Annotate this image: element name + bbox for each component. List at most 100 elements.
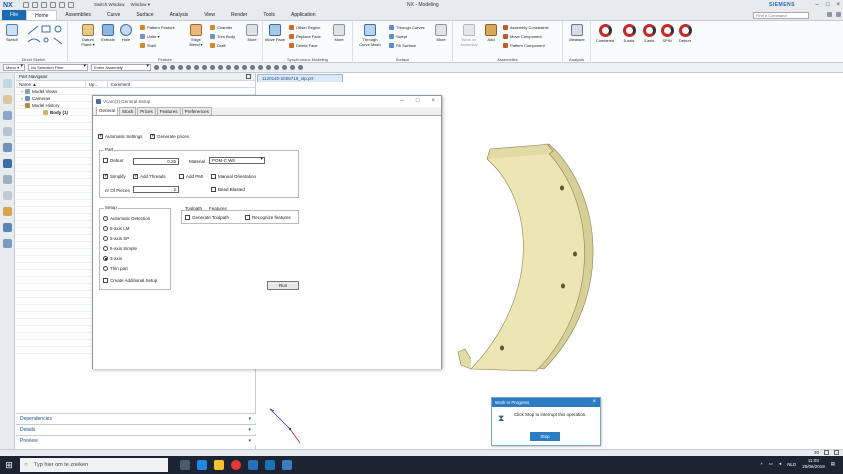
dialog-tab-general[interactable]: General	[96, 106, 119, 115]
nx-taskbar-icon[interactable]	[282, 460, 292, 470]
roles-icon[interactable]	[2, 239, 12, 248]
shell-button[interactable]: Shell	[140, 43, 156, 48]
add-component-button[interactable]: Add	[481, 24, 501, 42]
dialog-tab-preferences[interactable]: Preferences	[181, 107, 212, 115]
simplify-checkbox[interactable]: Simplify	[103, 173, 126, 179]
minimize-icon[interactable]: –	[816, 2, 819, 8]
deburr-value-input[interactable]: 0.25	[133, 158, 179, 165]
setup-option-radio[interactable]: Automatic Detection	[103, 216, 150, 221]
tray-chevron-icon[interactable]: ^	[761, 462, 763, 467]
constraint-navigator-icon[interactable]	[2, 95, 12, 104]
assembly-scope-dropdown[interactable]: Entire Assembly	[91, 64, 151, 71]
notifications-icon[interactable]: ▤	[831, 461, 835, 467]
spin-button[interactable]: SPIN	[657, 24, 677, 43]
datum-plane-button[interactable]: Datum Plane ▾	[78, 24, 98, 47]
manufacturing-wizard-icon[interactable]	[2, 223, 12, 232]
word-icon[interactable]	[265, 460, 275, 470]
show-hide-icon[interactable]	[282, 65, 287, 70]
snap-icon[interactable]	[170, 65, 175, 70]
delete-face-button[interactable]: Delete Face	[289, 43, 318, 48]
generate-toolpath-checkbox[interactable]: Generate Toolpath	[185, 215, 229, 220]
dialog-close-icon[interactable]: ×	[431, 96, 435, 107]
network-icon[interactable]: ▭	[769, 461, 773, 467]
endpoint-icon[interactable]	[186, 65, 191, 70]
more-feature-button[interactable]: More	[242, 24, 262, 42]
tab-analysis[interactable]: Analysis	[162, 10, 197, 20]
center-icon[interactable]	[202, 65, 207, 70]
dialog-tab-stock[interactable]: Stock	[119, 107, 137, 115]
measure-button[interactable]: Measure	[567, 24, 587, 42]
tab-application[interactable]: Application	[283, 10, 323, 20]
more-sync-button[interactable]: More	[329, 24, 349, 42]
wcs-icon[interactable]	[290, 65, 295, 70]
system-materials-icon[interactable]	[2, 191, 12, 200]
hd3d-tools-icon[interactable]	[2, 143, 12, 152]
trim-body-button[interactable]: Trim Body	[210, 34, 235, 39]
save-icon[interactable]	[23, 2, 29, 8]
part-navigator-icon[interactable]	[2, 111, 12, 120]
undo-icon[interactable]	[32, 2, 38, 8]
unite-button[interactable]: Unite ▾	[140, 34, 159, 39]
setup-option-radio[interactable]: 5-axis LM	[103, 226, 130, 231]
setup-option-radio[interactable]: 3-axis	[103, 256, 122, 261]
section-icon[interactable]	[298, 65, 303, 70]
deburr-checkbox[interactable]: Deburr	[103, 158, 124, 163]
pattern-feature-button[interactable]: Pattern Feature	[140, 25, 175, 30]
quadrant-icon[interactable]	[210, 65, 215, 70]
column-name[interactable]: Name ▲	[16, 81, 86, 87]
task-view-icon[interactable]	[180, 460, 190, 470]
file-explorer-icon[interactable]	[214, 460, 224, 470]
outlook-icon[interactable]	[248, 460, 258, 470]
history-icon[interactable]	[2, 175, 12, 184]
zoom-icon[interactable]	[234, 65, 239, 70]
move-face-button[interactable]: Move Face	[265, 24, 285, 42]
settings-icon[interactable]	[836, 12, 841, 17]
column-up-to-date[interactable]: Up...	[86, 81, 108, 87]
copy-icon[interactable]	[59, 2, 65, 8]
reuse-library-icon[interactable]	[2, 127, 12, 136]
sketch-button[interactable]: Sketch	[2, 24, 22, 42]
replace-face-button[interactable]: Replace Face	[289, 34, 321, 39]
tree-row[interactable]: + Model Views	[16, 88, 255, 95]
paste-icon[interactable]	[68, 2, 74, 8]
view-fit-icon[interactable]	[226, 65, 231, 70]
close-icon[interactable]: ×	[836, 2, 840, 8]
tab-surface[interactable]: Surface	[128, 10, 161, 20]
dialog-minimize-icon[interactable]: –	[401, 96, 404, 107]
work-on-assembly-button[interactable]: Work on Assembly	[457, 24, 481, 47]
nr-of-pieces-input[interactable]: 2	[133, 186, 179, 193]
hole-button[interactable]: Hole	[116, 24, 136, 42]
offset-region-button[interactable]: Offset Region	[289, 25, 320, 30]
run-button[interactable]: Run	[267, 281, 299, 290]
create-additional-setup-checkbox[interactable]: Create Additional Setup	[103, 278, 157, 283]
filter-icon[interactable]	[162, 65, 167, 70]
select-icon[interactable]	[154, 65, 159, 70]
windows-start-icon[interactable]: ⊞	[0, 456, 18, 474]
point-icon[interactable]	[178, 65, 183, 70]
column-comment[interactable]: Comment	[108, 81, 255, 87]
rotate-icon[interactable]	[242, 65, 247, 70]
preview-panel[interactable]: Preview	[16, 435, 256, 446]
more-surface-button[interactable]: More	[431, 24, 451, 42]
move-component-button[interactable]: Move Component	[503, 34, 542, 39]
tab-assemblies[interactable]: Assemblies	[57, 10, 99, 20]
layer-icon[interactable]	[274, 65, 279, 70]
language-indicator[interactable]: NLD	[787, 462, 796, 467]
recognize-features-checkbox[interactable]: Recognize features	[245, 215, 291, 220]
tab-home[interactable]: Home	[26, 10, 58, 20]
pattern-component-button[interactable]: Pattern Component	[503, 43, 545, 48]
cut-icon[interactable]	[50, 2, 56, 8]
through-curves-button[interactable]: Through Curves	[389, 25, 425, 30]
manual-orientation-checkbox[interactable]: Manual Orientation	[211, 174, 256, 179]
details-panel[interactable]: Details	[16, 424, 256, 435]
bead-blasted-checkbox[interactable]: Bead Blasted	[211, 187, 245, 192]
combined-button[interactable]: Combined	[595, 24, 615, 43]
render-style-icon[interactable]	[258, 65, 263, 70]
deburr-button[interactable]: Deburr	[675, 24, 695, 43]
fill-surface-button[interactable]: Fill Surface	[389, 43, 416, 48]
help-icon[interactable]	[827, 12, 832, 17]
tab-file[interactable]: File	[2, 10, 27, 20]
chamfer-button[interactable]: Chamfer	[210, 25, 232, 30]
tab-curve[interactable]: Curve	[99, 10, 128, 20]
extrude-button[interactable]: Extrude	[98, 24, 118, 42]
